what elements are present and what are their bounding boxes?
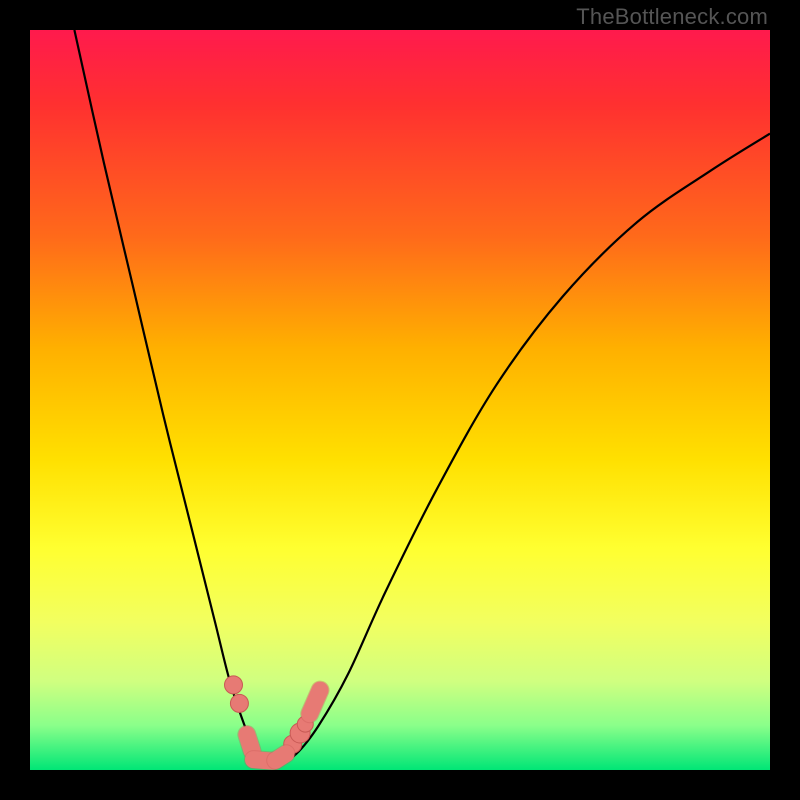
plot-area	[30, 30, 770, 770]
watermark-text: TheBottleneck.com	[576, 4, 768, 30]
bottleneck-curve	[74, 30, 770, 762]
marker-pill	[310, 690, 320, 714]
marker-dot	[225, 676, 243, 694]
marker-pill	[247, 734, 252, 750]
chart-svg	[30, 30, 770, 770]
marker-dot	[230, 694, 248, 712]
data-markers	[225, 676, 321, 761]
marker-pill	[276, 754, 286, 761]
chart-frame: TheBottleneck.com	[0, 0, 800, 800]
